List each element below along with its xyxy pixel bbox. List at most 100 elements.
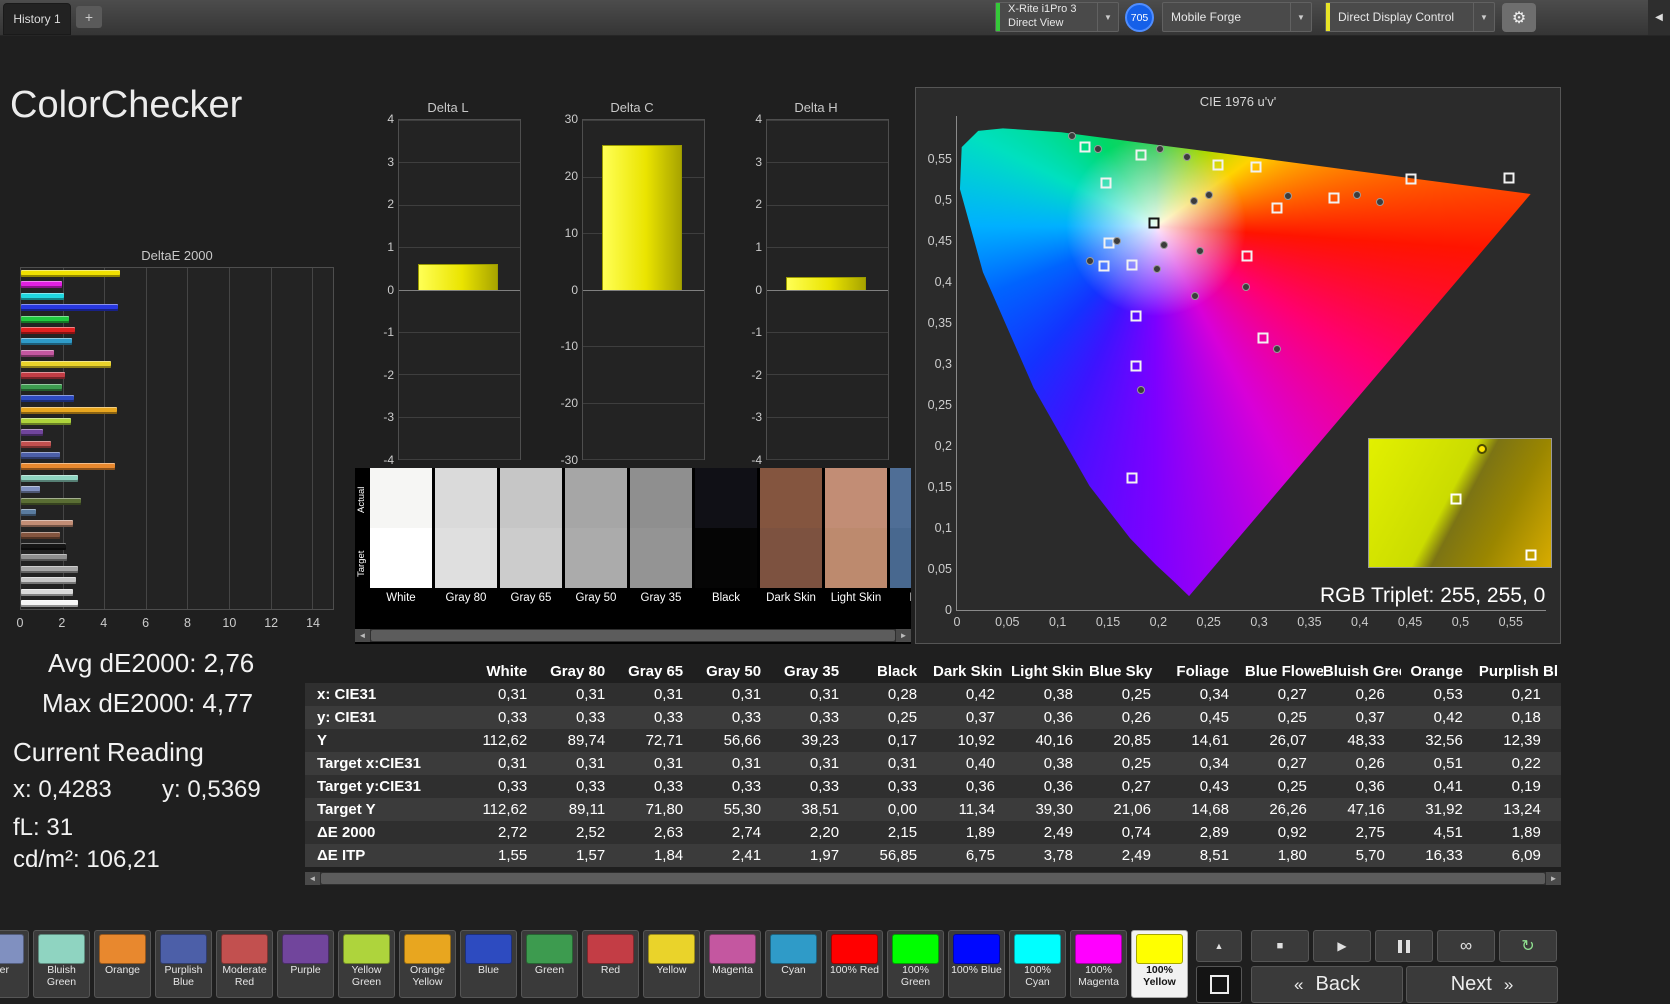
cie-measurement-dot [1153, 264, 1162, 273]
gridline [767, 162, 888, 164]
patch-button-100-yellow[interactable]: 100% Yellow [1131, 930, 1188, 998]
history-tab[interactable]: History 1 [3, 3, 71, 35]
add-tab-button[interactable]: + [76, 6, 102, 28]
display-window-button[interactable] [1196, 966, 1242, 1003]
patch-button-100-blue[interactable]: 100% Blue [948, 930, 1005, 998]
table-cell: 0,37 [965, 709, 996, 726]
patch-button-orange[interactable]: Orange [94, 930, 151, 998]
source-dropdown[interactable]: Mobile Forge ▼ [1162, 2, 1312, 32]
patch-button-yellow-green[interactable]: Yellow Green [338, 930, 395, 998]
loop-button[interactable]: ↻ [1499, 930, 1557, 962]
gridline [399, 247, 520, 249]
patch-button-moderate-red[interactable]: Moderate Red [216, 930, 273, 998]
gridline [767, 374, 888, 376]
row-label: ΔE 2000 [317, 824, 376, 841]
gear-icon[interactable]: ⚙ [1502, 3, 1536, 32]
table-cell: 0,31 [653, 755, 684, 772]
patch-button-100-red[interactable]: 100% Red [826, 930, 883, 998]
next-button[interactable]: Next » [1406, 966, 1558, 1003]
swatch-label: Black [711, 592, 741, 604]
patch-count-badge[interactable]: 705 [1125, 3, 1154, 32]
table-cell: 2,63 [653, 824, 684, 841]
deltae-bar-gray-65 [21, 577, 76, 585]
deltae-bar-magenta [21, 349, 55, 357]
column-header-blue-sky: Blue Sky [1088, 663, 1153, 680]
continuous-read-button[interactable]: ∞ [1437, 930, 1495, 962]
row-label: Target y:CIE31 [317, 778, 421, 795]
scroll-left-icon[interactable]: ◄ [355, 629, 370, 642]
cie-target-marker [1126, 472, 1138, 484]
stop-button[interactable]: ■ [1251, 930, 1309, 962]
table-cell: 2,20 [809, 824, 840, 841]
patch-button-blue[interactable]: Blue [460, 930, 517, 998]
reading-fl: fL: 31 [13, 814, 74, 841]
table-row: y: CIE31 0,33 0,33 0,33 0,33 0,33 0,25 0,37 0,36… [305, 706, 1561, 729]
stop-icon: ■ [1276, 940, 1284, 952]
table-cell: 0,51 [1433, 755, 1463, 772]
table-cell: 1,89 [965, 824, 996, 841]
gridline [767, 289, 888, 291]
workflow-dropdown[interactable]: Direct Display Control ▼ [1325, 2, 1495, 32]
play-button[interactable]: ▶ [1313, 930, 1371, 962]
patch-button-wer[interactable]: wer [0, 930, 29, 998]
infinity-icon: ∞ [1459, 936, 1473, 955]
patch-button-green[interactable]: Green [521, 930, 578, 998]
patch-button-purplish-blue[interactable]: Purplish Blue [155, 930, 212, 998]
delta-l-plot [398, 119, 521, 460]
patch-button-100-green[interactable]: 100% Green [887, 930, 944, 998]
patch-button-magenta[interactable]: Magenta [704, 930, 761, 998]
scroll-right-icon[interactable]: ► [896, 629, 911, 642]
patch-button-purple[interactable]: Purple [277, 930, 334, 998]
swatch-target [370, 528, 432, 588]
scroll-up-button[interactable]: ▲ [1196, 930, 1242, 962]
patch-button-bluish-green[interactable]: Bluish Green [33, 930, 90, 998]
patch-button-100-magenta[interactable]: 100% Magenta [1070, 930, 1127, 998]
swatch-dark-skin: Dark Skin [760, 468, 822, 616]
collapse-panel-icon[interactable]: ◀ [1648, 0, 1670, 35]
table-cell: 38,51 [801, 801, 840, 818]
table-cell: 71,80 [645, 801, 684, 818]
pause-icon [1406, 939, 1410, 953]
deltae-bar-black [21, 543, 66, 550]
source-name: Mobile Forge [1171, 9, 1242, 24]
patch-button-red[interactable]: Red [582, 930, 639, 998]
pause-button[interactable] [1375, 930, 1433, 962]
axis-tick: -20 [560, 396, 578, 411]
gridline [767, 204, 888, 206]
table-cell: 2,89 [1199, 824, 1229, 841]
table-cell: 14,68 [1191, 801, 1229, 818]
axis-tick: 10 [222, 616, 237, 630]
scroll-left-icon[interactable]: ◄ [305, 872, 320, 885]
table-scrollbar[interactable]: ◄ ► [305, 872, 1561, 885]
patch-swatch [770, 934, 817, 964]
meter-dropdown[interactable]: X-Rite i1Pro 3 Direct View ▼ [995, 2, 1119, 32]
avg-de2000: Avg dE2000: 2,76 [48, 648, 255, 678]
gridline [399, 416, 520, 418]
patch-button-yellow[interactable]: Yellow [643, 930, 700, 998]
table-cell: 9,71 [1557, 844, 1561, 867]
chevron-down-icon: ▼ [1473, 3, 1494, 31]
swatch-scrollbar[interactable]: ◄ ► [355, 629, 911, 642]
axis-tick: 0,15 [927, 479, 952, 494]
back-button[interactable]: « Back [1251, 966, 1403, 1003]
patch-button-cyan[interactable]: Cyan [765, 930, 822, 998]
deltae-bar-100-cyan [21, 292, 64, 300]
table-cell: 0,31 [809, 755, 840, 772]
scroll-right-icon[interactable]: ► [1546, 872, 1561, 885]
swatch-label: Dark Skin [766, 592, 816, 604]
patch-button-orange-yellow[interactable]: Orange Yellow [399, 930, 456, 998]
patch-label: 100% Yellow [1143, 964, 1176, 988]
scrollbar-thumb[interactable] [371, 630, 895, 641]
inset-marker [1525, 549, 1537, 561]
column-header-white: White [486, 663, 528, 680]
axis-tick: 4 [387, 112, 394, 126]
swatch-gray-80: Gray 80 [435, 468, 497, 616]
table-cell: 0,25 [1277, 709, 1307, 726]
cie-measurement-dot [1156, 144, 1165, 153]
scrollbar-thumb[interactable] [321, 873, 1545, 884]
play-icon: ▶ [1337, 939, 1347, 953]
cie-measurement-dot [1067, 131, 1076, 140]
patch-label: 100% Red [829, 964, 880, 976]
table-row: Target y:CIE31 0,33 0,33 0,33 0,33 0,33 0,33 0,… [305, 775, 1561, 798]
patch-button-100-cyan[interactable]: 100% Cyan [1009, 930, 1066, 998]
